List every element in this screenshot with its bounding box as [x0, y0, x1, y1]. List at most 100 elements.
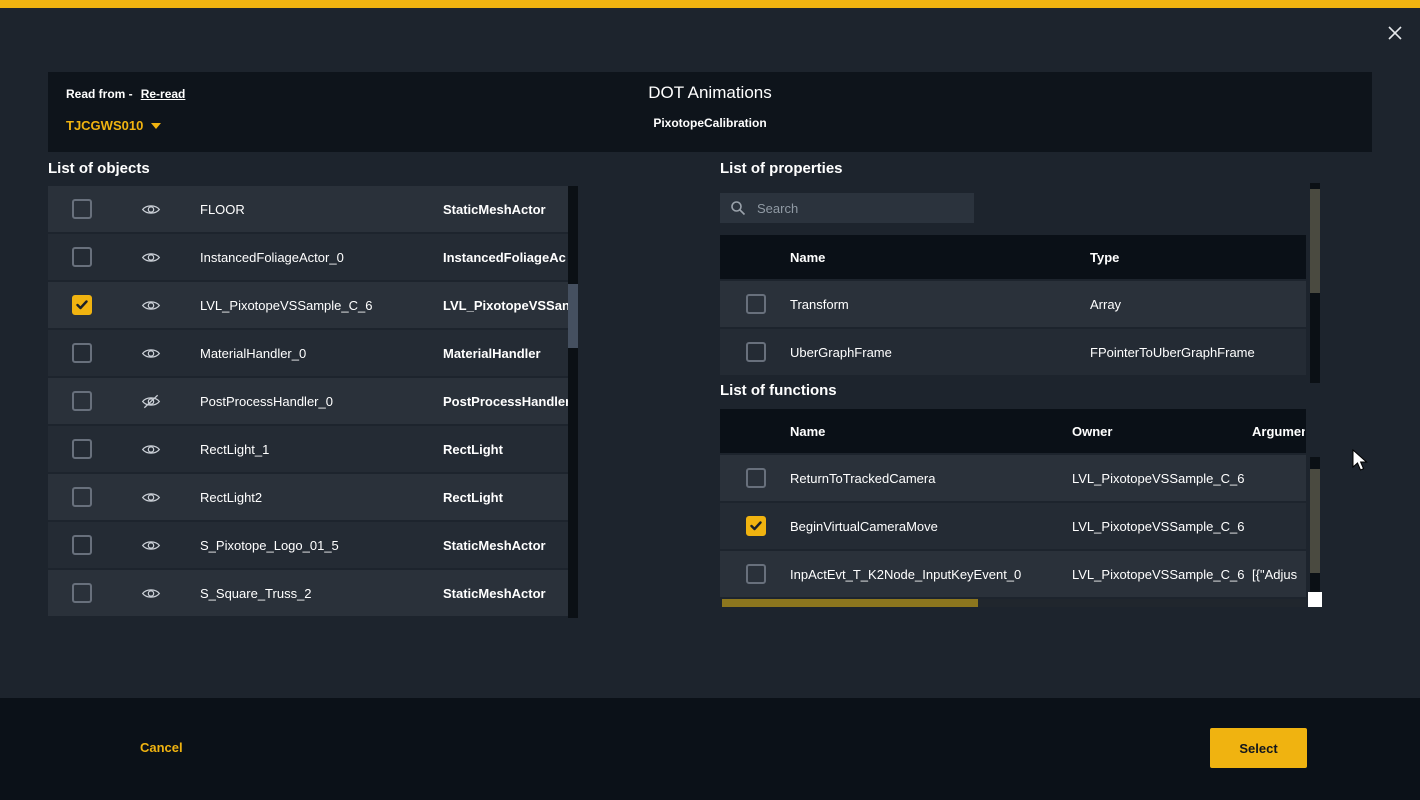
object-name: S_Pixotope_Logo_01_5 — [200, 522, 339, 568]
eye-icon[interactable] — [141, 186, 161, 232]
checkbox[interactable] — [72, 391, 92, 411]
scrollbar-thumb[interactable] — [568, 284, 578, 348]
object-type: LVL_PixotopeVSSan — [443, 282, 575, 328]
objects-heading: List of objects — [48, 160, 150, 177]
cancel-button[interactable]: Cancel — [140, 740, 183, 755]
object-row[interactable]: RectLight2 RectLight — [48, 474, 578, 520]
property-name: UberGraphFrame — [790, 329, 892, 375]
object-name: MaterialHandler_0 — [200, 330, 306, 376]
dialog-title: DOT Animations — [48, 83, 1372, 103]
object-row[interactable]: S_Pixotope_Logo_01_5 StaticMeshActor — [48, 522, 578, 568]
object-type: StaticMeshActor — [443, 186, 575, 232]
eye-icon[interactable] — [141, 570, 161, 616]
object-type: PostProcessHandler — [443, 378, 575, 424]
dialog-subtitle: PixotopeCalibration — [48, 116, 1372, 130]
checkbox[interactable] — [746, 342, 766, 362]
eye-slash-icon[interactable] — [141, 378, 161, 424]
scrollbar-corner — [1308, 592, 1322, 607]
search-icon — [730, 200, 746, 216]
checkbox[interactable] — [72, 583, 92, 603]
header-titles: DOT Animations PixotopeCalibration — [48, 83, 1372, 130]
function-row[interactable]: ReturnToTrackedCamera LVL_PixotopeVSSamp… — [720, 455, 1306, 501]
accent-topbar — [0, 0, 1420, 8]
eye-icon[interactable] — [141, 234, 161, 280]
function-arguments — [1252, 503, 1305, 549]
close-icon[interactable] — [1384, 22, 1406, 44]
object-name: RectLight_1 — [200, 426, 269, 472]
object-type: MaterialHandler — [443, 330, 575, 376]
checkbox[interactable] — [72, 247, 92, 267]
functions-heading: List of functions — [720, 382, 837, 399]
checkbox[interactable] — [72, 439, 92, 459]
function-owner: LVL_PixotopeVSSample_C_6 — [1072, 455, 1245, 501]
property-type: Array — [1090, 281, 1121, 327]
properties-list: Name Type Transform Array UberGraphFrame… — [720, 235, 1306, 377]
object-type: InstancedFoliageAc — [443, 234, 575, 280]
eye-icon[interactable] — [141, 522, 161, 568]
object-name: RectLight2 — [200, 474, 262, 520]
properties-heading: List of properties — [720, 160, 843, 177]
object-type: StaticMeshActor — [443, 522, 575, 568]
checkbox[interactable] — [746, 564, 766, 584]
object-name: S_Square_Truss_2 — [200, 570, 312, 616]
objects-list: FLOOR StaticMeshActor InstancedFoliageAc… — [48, 186, 578, 618]
object-row[interactable]: MaterialHandler_0 MaterialHandler — [48, 330, 578, 376]
object-row[interactable]: RectLight_1 RectLight — [48, 426, 578, 472]
eye-icon[interactable] — [141, 282, 161, 328]
checkbox[interactable] — [746, 468, 766, 488]
object-name: FLOOR — [200, 186, 245, 232]
checkbox[interactable] — [72, 295, 92, 315]
property-name: Transform — [790, 281, 849, 327]
dialog: Read from -Re-read TJCGWS010 DOT Animati… — [0, 0, 1420, 800]
property-row[interactable]: UberGraphFrame FPointerToUberGraphFrame — [720, 329, 1306, 375]
property-row[interactable]: Transform Array — [720, 281, 1306, 327]
object-row[interactable]: PostProcessHandler_0 PostProcessHandler — [48, 378, 578, 424]
function-row[interactable]: BeginVirtualCameraMove LVL_PixotopeVSSam… — [720, 503, 1306, 549]
search-input[interactable] — [755, 200, 964, 217]
properties-header-row: Name Type — [720, 235, 1306, 279]
column-header-name: Name — [790, 235, 825, 279]
column-header-owner: Owner — [1072, 409, 1112, 453]
object-type: StaticMeshActor — [443, 570, 575, 616]
eye-icon[interactable] — [141, 426, 161, 472]
function-name: InpActEvt_T_K2Node_InputKeyEvent_0 — [790, 551, 1021, 597]
functions-list: Name Owner Arguments ReturnToTrackedCame… — [720, 409, 1306, 599]
scrollbar-thumb[interactable] — [1310, 189, 1320, 293]
properties-scrollbar[interactable] — [1310, 183, 1320, 383]
checkbox[interactable] — [72, 199, 92, 219]
object-row[interactable]: InstancedFoliageActor_0 InstancedFoliage… — [48, 234, 578, 280]
checkbox[interactable] — [746, 294, 766, 314]
properties-search — [720, 193, 974, 223]
objects-scrollbar[interactable] — [568, 186, 578, 618]
checkbox[interactable] — [72, 343, 92, 363]
object-type: RectLight — [443, 474, 575, 520]
column-header-type: Type — [1090, 235, 1119, 279]
eye-icon[interactable] — [141, 474, 161, 520]
checkbox[interactable] — [72, 487, 92, 507]
function-name: ReturnToTrackedCamera — [790, 455, 935, 501]
column-header-name: Name — [790, 409, 825, 453]
object-row[interactable]: LVL_PixotopeVSSample_C_6 LVL_PixotopeVSS… — [48, 282, 578, 328]
function-owner: LVL_PixotopeVSSample_C_6 — [1072, 503, 1245, 549]
eye-icon[interactable] — [141, 330, 161, 376]
checkbox[interactable] — [746, 516, 766, 536]
object-name: InstancedFoliageActor_0 — [200, 234, 344, 280]
function-row[interactable]: InpActEvt_T_K2Node_InputKeyEvent_0 LVL_P… — [720, 551, 1306, 597]
function-arguments — [1252, 455, 1305, 501]
scrollbar-thumb[interactable] — [722, 599, 978, 607]
property-type: FPointerToUberGraphFrame — [1090, 329, 1255, 375]
dialog-footer — [0, 698, 1420, 800]
select-button[interactable]: Select — [1210, 728, 1307, 768]
function-name: BeginVirtualCameraMove — [790, 503, 938, 549]
object-type: RectLight — [443, 426, 575, 472]
functions-header-row: Name Owner Arguments — [720, 409, 1306, 453]
functions-scrollbar[interactable] — [1310, 457, 1320, 592]
object-name: LVL_PixotopeVSSample_C_6 — [200, 282, 373, 328]
mouse-cursor — [1352, 449, 1372, 478]
functions-horizontal-scrollbar[interactable] — [722, 599, 1306, 607]
dialog-header: Read from -Re-read TJCGWS010 DOT Animati… — [48, 72, 1372, 152]
object-row[interactable]: S_Square_Truss_2 StaticMeshActor — [48, 570, 578, 616]
scrollbar-thumb[interactable] — [1310, 469, 1320, 573]
checkbox[interactable] — [72, 535, 92, 555]
object-row[interactable]: FLOOR StaticMeshActor — [48, 186, 578, 232]
